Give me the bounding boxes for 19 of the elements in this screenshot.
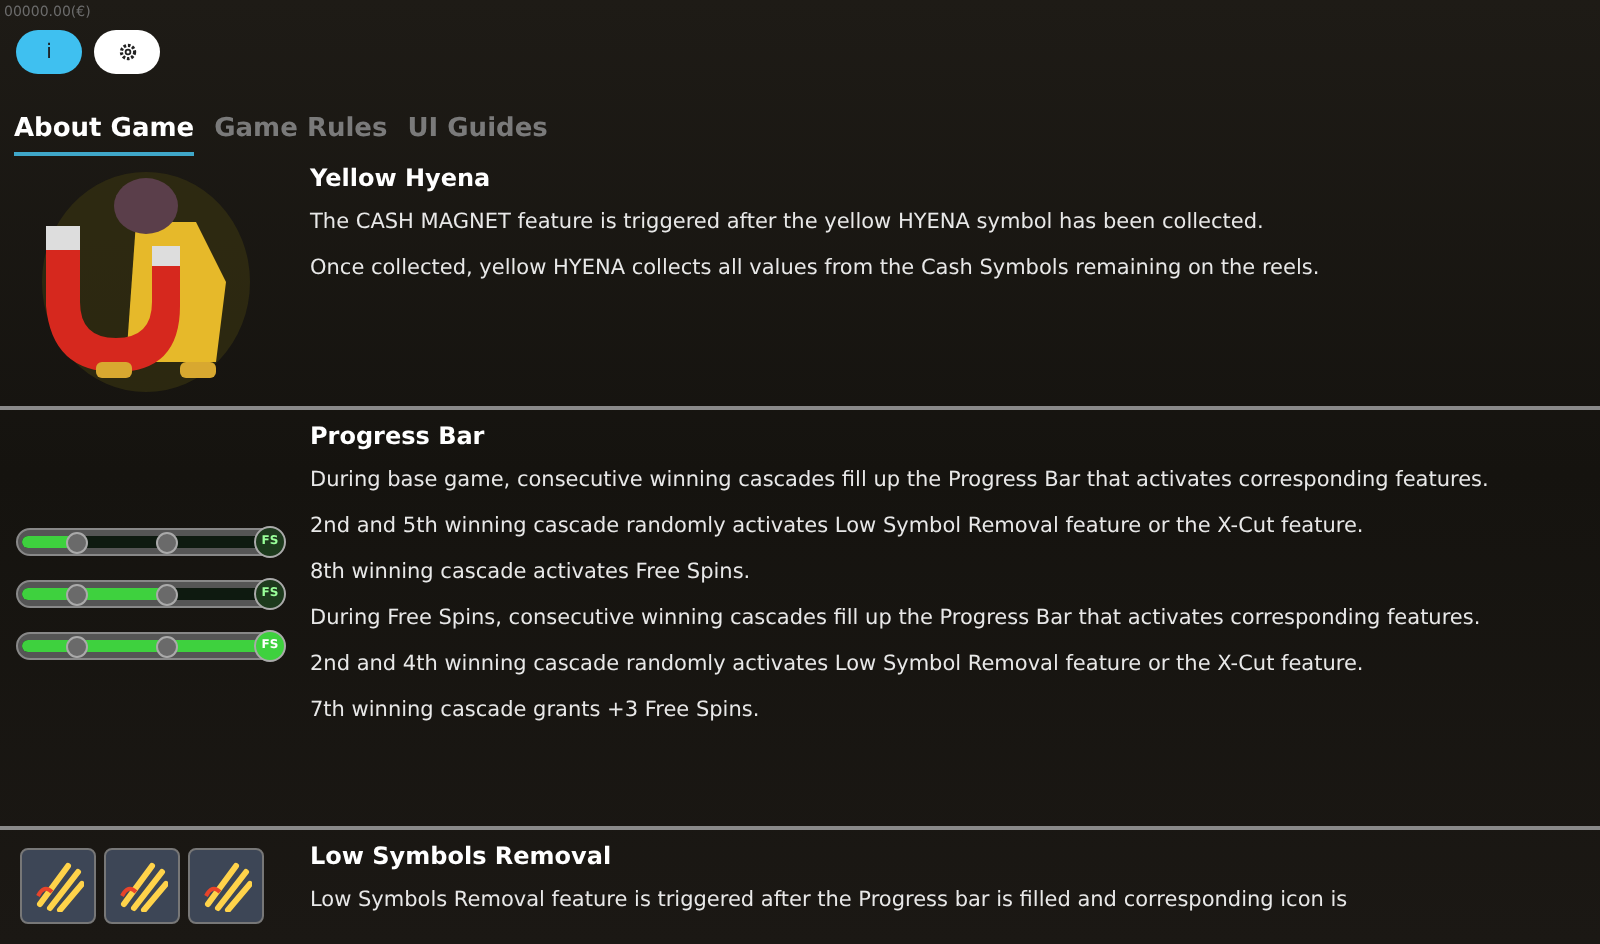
paragraph-text: 2nd and 4th winning cascade randomly activates Low Symbol Removal feature or the X-Cut feature.: [310, 649, 1366, 679]
paragraph-text: During Free Spins, consecutive winning cascades fill up the Progress Bar that activates corresponding features.: [310, 603, 1483, 633]
paragraph-text: 8th winning cascade activates Free Spins.: [310, 557, 753, 587]
paragraph-text: The CASH MAGNET feature is triggered after the yellow HYENA symbol has been collected.: [310, 207, 1266, 237]
paragraph-text: Once collected, yellow HYENA collects all values from the Cash Symbols remaining on the reels.: [310, 253, 1320, 283]
claw-slash-icon: [104, 847, 180, 923]
section-title: Low Symbols Removal: [310, 839, 614, 871]
paragraph-text: During base game, consecutive winning cascades fill up the Progress Bar that activates corresponding features.: [310, 465, 1489, 495]
section-title: Progress Bar: [310, 419, 487, 451]
paragraph-text: Low Symbols Removal feature is triggered after the Progress bar is filled and corresponding icon is: [310, 885, 1348, 915]
paragraph-text: 2nd and 5th winning cascade randomly activates Low Symbol Removal feature or the X-Cut feature.: [310, 511, 1366, 541]
paragraph-text: 7th winning cascade grants +3 Free Spins.: [310, 695, 762, 725]
tab[interactable]: UI Guides: [407, 110, 548, 155]
gear-icon: [117, 42, 137, 62]
claw-slash-icon: [20, 847, 96, 923]
section-title: Yellow Hyena: [310, 161, 493, 193]
claw-slash-icon: [188, 847, 264, 923]
tab[interactable]: Game Rules: [214, 110, 388, 155]
tab[interactable]: About Game: [14, 110, 195, 155]
